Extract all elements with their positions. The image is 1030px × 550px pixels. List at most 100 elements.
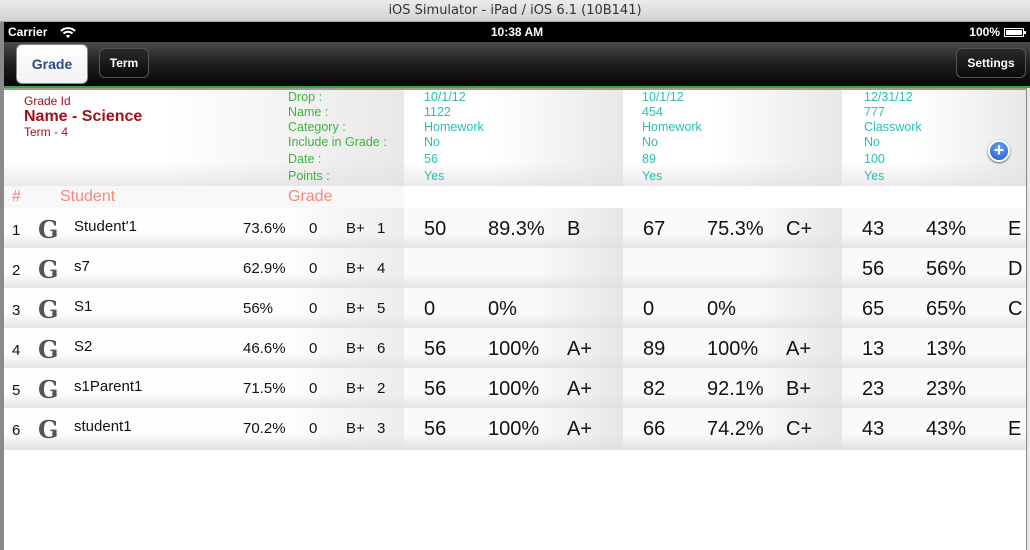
zero-count: 0: [309, 380, 318, 397]
student-g-icon: G: [38, 415, 59, 444]
rank: 5: [377, 300, 386, 317]
assignment-category: Classwork: [864, 120, 922, 134]
overall-percent: 46.6%: [243, 340, 286, 357]
assignment-percent: 43%: [926, 218, 967, 240]
grade-id-label: Grade Id: [24, 94, 71, 108]
table-row[interactable]: 6 Gstudent1 70.2% 0 B+ 3 56 100% A+ 66 74.2% C+ 43 43…: [4, 408, 1026, 448]
assignment-percent: 56%: [926, 258, 967, 280]
battery-percent: 100%: [969, 25, 1000, 39]
label-include-in-grade: Include in Grade :: [288, 135, 387, 149]
table-bottom-edge: [4, 448, 1026, 450]
assignment-grade: B+: [786, 378, 812, 400]
grade-term: Term - 4: [24, 125, 69, 139]
table-row[interactable]: 5 Gs1Parent1 71.5% 0 B+ 2 56 100% A+ 82 92.1% B+ 23 2…: [4, 368, 1026, 408]
rank: 6: [377, 340, 386, 357]
table-row[interactable]: 2 Gs7 62.9% 0 B+ 4 56 56% D: [4, 248, 1026, 288]
assignment-score[interactable]: 56: [424, 338, 446, 361]
student-name[interactable]: S1: [74, 298, 92, 315]
assignment-score[interactable]: 56: [862, 258, 884, 281]
assignment-drop: 10/1/12: [642, 90, 684, 104]
row-number: 2: [12, 262, 21, 279]
assignment-score[interactable]: 82: [643, 378, 665, 401]
assignment-score[interactable]: 67: [643, 218, 665, 241]
assignment-score[interactable]: 0: [424, 298, 435, 321]
assignment-category: Homework: [642, 120, 702, 134]
assignment-score[interactable]: 13: [862, 338, 884, 361]
assignment-grade: C+: [786, 418, 813, 440]
row-bg: [4, 368, 404, 408]
assignment-grade: A+: [786, 338, 812, 360]
assignment-category: Homework: [424, 120, 484, 134]
letter-grade: B+: [346, 300, 365, 317]
rank: 4: [377, 260, 386, 277]
assignment-include: No: [642, 135, 658, 149]
table-row[interactable]: 1 G Student'1 73.6% 0 B+ 1 50 89.3% B 67 75.3% C+ 43 4…: [4, 208, 1026, 248]
row-bg: [4, 408, 404, 448]
assignment-score[interactable]: 0: [643, 298, 654, 321]
assignment-score[interactable]: 66: [643, 418, 665, 441]
assignment-score[interactable]: 56: [424, 378, 446, 401]
assignment-percent: 0%: [488, 298, 517, 320]
assignment-header[interactable]: 12/31/12 777 Classwork No 100 Yes: [864, 90, 922, 184]
assignment-header[interactable]: 10/1/12 1122 Homework No 56 Yes: [424, 90, 484, 184]
assignment-grade: A+: [567, 338, 593, 360]
add-assignment-button[interactable]: +: [988, 140, 1010, 162]
assignment-score[interactable]: 50: [424, 218, 446, 241]
assignment-include: No: [424, 135, 440, 149]
assignment-score[interactable]: 89: [643, 338, 665, 361]
assignment-date: 56: [424, 152, 438, 166]
label-points: Points :: [288, 169, 330, 183]
assignment-score[interactable]: 56: [424, 418, 446, 441]
column-grade[interactable]: Grade: [288, 188, 332, 206]
assignment-percent: 100%: [707, 338, 759, 360]
assignment-points: Yes: [424, 169, 445, 183]
ios-status-bar: Carrier 10:38 AM 100%: [4, 22, 1030, 42]
zero-count: 0: [309, 260, 318, 277]
assignment-points: Yes: [642, 169, 663, 183]
overall-percent: 62.9%: [243, 260, 286, 277]
overall-percent: 70.2%: [243, 420, 286, 437]
tab-grade[interactable]: Grade: [16, 44, 88, 84]
tab-term[interactable]: Term: [99, 48, 149, 78]
assignment-score[interactable]: 65: [862, 298, 884, 321]
grade-info: Grade Id Name - Science Term - 4: [24, 94, 142, 138]
overall-percent: 73.6%: [243, 220, 286, 237]
assignment-grade: C+: [786, 218, 813, 240]
student-name[interactable]: Student'1: [74, 218, 137, 235]
letter-grade: B+: [346, 380, 365, 397]
row-bg: [4, 288, 404, 328]
zero-count: 0: [309, 420, 318, 437]
student-g-icon: G: [38, 295, 59, 324]
assignment-score[interactable]: 43: [862, 418, 884, 441]
student-name[interactable]: student1: [74, 418, 132, 435]
assignment-grade: A+: [567, 378, 593, 400]
assignment-points: Yes: [864, 169, 885, 183]
table-row[interactable]: 3 G S1 56% 0 B+ 5 0 0% 0 0% 65 65% C: [4, 288, 1026, 328]
assignment-score[interactable]: 43: [862, 218, 884, 241]
table-row[interactable]: 4 G S2 46.6% 0 B+ 6 56 100% A+ 89 100% A+ 13 13%: [4, 328, 1026, 368]
assignment-grade: B: [567, 218, 581, 240]
assignment-percent: 0%: [707, 298, 736, 320]
student-name[interactable]: s1Parent1: [74, 378, 142, 395]
battery-indicator: 100%: [969, 22, 1026, 42]
navigation-bar: Grade Term Settings: [4, 42, 1030, 88]
settings-button[interactable]: Settings: [956, 48, 1026, 78]
row-number: 4: [12, 342, 21, 359]
row-number: 6: [12, 422, 21, 439]
zero-count: 0: [309, 300, 318, 317]
column-student[interactable]: Student: [60, 188, 115, 206]
assignment-grade: C: [1008, 298, 1023, 320]
student-name[interactable]: S2: [74, 338, 92, 355]
column-header: # Student Grade: [4, 186, 404, 208]
rank: 1: [377, 220, 386, 237]
assignment-header[interactable]: 10/1/12 454 Homework No 89 Yes: [642, 90, 702, 184]
row-bg: [404, 248, 623, 288]
assignment-percent: 75.3%: [707, 218, 764, 240]
student-g-icon: G: [38, 215, 59, 244]
student-name[interactable]: s7: [74, 258, 90, 275]
label-date: Date :: [288, 152, 322, 166]
assignment-score[interactable]: 23: [862, 378, 884, 401]
plus-circle-icon: +: [993, 140, 1005, 160]
assignment-percent: 100%: [488, 378, 540, 400]
assignment-percent: 23%: [926, 378, 967, 400]
